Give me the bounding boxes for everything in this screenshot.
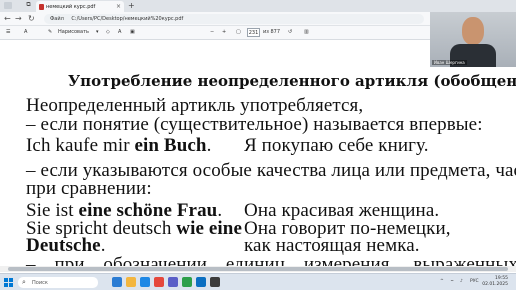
text-icon[interactable]: A [118, 29, 121, 35]
presenter-name: Иван Шергина [432, 60, 467, 65]
text-line-4: при сравнении: [26, 178, 152, 199]
search-placeholder: Поиск [32, 280, 48, 286]
taskbar-search[interactable]: ⌕ Поиск [18, 277, 98, 288]
new-tab-button[interactable]: + [128, 1, 135, 10]
clock[interactable]: 19:55 02.01.2025 [482, 276, 508, 288]
section-heading: Употребление неопределенного артикля (об… [68, 72, 516, 90]
window-menu-icon[interactable] [4, 2, 12, 9]
task-view-icon[interactable] [112, 277, 122, 287]
pdf-icon [39, 4, 44, 10]
network-icon[interactable]: ⌔ [450, 279, 454, 285]
volume-icon[interactable]: ♪ [460, 279, 463, 284]
page-number-input[interactable]: 231 [247, 28, 260, 37]
contents-icon[interactable]: ☰ [6, 29, 10, 35]
page-view-icon[interactable]: ▥ [304, 29, 309, 35]
url-field[interactable]: Файл C:/Users/PC/Desktop/немецкий%20курс… [44, 14, 424, 24]
forward-icon[interactable]: → [15, 14, 22, 23]
tab-actions-icon[interactable]: ⧉ [24, 1, 33, 10]
webcam-overlay: Иван Шергина [430, 12, 516, 67]
teams-icon[interactable] [168, 277, 178, 287]
language-indicator[interactable]: РУС [470, 279, 479, 284]
app-icon-dark[interactable] [210, 277, 220, 287]
close-tab-icon[interactable]: × [116, 3, 121, 10]
search-icon: ⌕ [22, 278, 26, 286]
start-button[interactable] [4, 278, 13, 287]
url-scheme-label: Файл [50, 16, 64, 22]
page-total: из 877 [263, 29, 281, 35]
example-1-de: Ich kaufe mir ein Buch. [26, 135, 212, 156]
draw-button[interactable]: Нарисовать [58, 29, 89, 35]
example-1-ru: Я покупаю себе книгу. [244, 135, 429, 156]
tray-chevron-icon[interactable]: ^ [440, 279, 444, 284]
add-text-icon[interactable]: ▣ [130, 29, 135, 35]
tab-pdf[interactable]: немецкий курс.pdf × [36, 1, 124, 12]
presenter-head [462, 17, 484, 45]
zoom-out-icon[interactable]: − [210, 29, 214, 35]
file-explorer-icon[interactable] [126, 277, 136, 287]
clock-date: 02.01.2025 [482, 282, 508, 287]
taskbar: ⌕ Поиск ^ ⌔ ♪ РУС 19:55 02.01.2025 [0, 273, 516, 290]
highlight-icon[interactable]: ▾ [96, 29, 99, 35]
app-icon-blue[interactable] [196, 277, 206, 287]
erase-icon[interactable]: ◇ [106, 29, 110, 35]
text-line-2: – если понятие (существительное) называе… [26, 114, 483, 135]
tab-title: немецкий курс.pdf [46, 4, 96, 10]
rotate-icon[interactable]: ↺ [288, 29, 292, 35]
pdf-page: Употребление неопределенного артикля (об… [0, 41, 516, 271]
back-icon[interactable]: ← [4, 14, 11, 23]
app-icon-red[interactable] [154, 277, 164, 287]
refresh-icon[interactable]: ↻ [28, 14, 35, 23]
url-text: C:/Users/PC/Desktop/немецкий%20курс.pdf [71, 16, 184, 22]
horizontal-scrollbar[interactable] [0, 266, 516, 272]
fit-page-icon[interactable]: ▢ [236, 29, 241, 35]
edge-icon[interactable] [140, 277, 150, 287]
app-icon-green[interactable] [182, 277, 192, 287]
read-aloud-icon[interactable]: A [24, 29, 27, 35]
scrollbar-thumb[interactable] [8, 267, 508, 271]
draw-icon[interactable]: ✎ [48, 29, 52, 35]
zoom-in-icon[interactable]: + [222, 29, 226, 35]
tab-bar: ⧉ немецкий курс.pdf × + [0, 0, 516, 12]
